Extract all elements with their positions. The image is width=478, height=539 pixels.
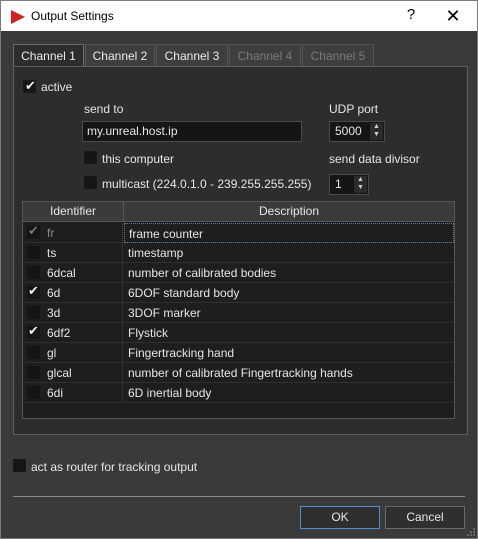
identifier-cell: 6df2 bbox=[23, 323, 123, 343]
description-text: frame counter bbox=[129, 227, 204, 241]
divisor-stepper[interactable]: ▲ ▼ bbox=[354, 176, 367, 193]
identifier-cell: 3d bbox=[23, 303, 123, 323]
tab-channel-3[interactable]: Channel 3 bbox=[156, 44, 228, 67]
udp-port-label: UDP port bbox=[329, 102, 379, 116]
identifier-text: 6d bbox=[47, 286, 61, 300]
description-cell: frame counter bbox=[124, 223, 454, 243]
description-cell: timestamp bbox=[124, 243, 454, 263]
table-header: Identifier Description bbox=[23, 202, 454, 222]
description-cell: Fingertracking hand bbox=[124, 343, 454, 363]
identifier-cell: gl bbox=[23, 343, 123, 363]
udp-port-stepper[interactable]: ▲ ▼ bbox=[370, 123, 383, 140]
app-logo-icon bbox=[11, 10, 25, 24]
udp-port-spinbox[interactable]: 5000 ▲ ▼ bbox=[329, 121, 385, 142]
identifier-header[interactable]: Identifier bbox=[23, 204, 123, 218]
identifier-text: 6df2 bbox=[47, 326, 71, 340]
identifier-cell: ts bbox=[23, 243, 123, 263]
row-checkbox[interactable] bbox=[27, 346, 40, 359]
identifier-cell: 6d bbox=[23, 283, 123, 303]
table-row[interactable]: fr frame counter bbox=[23, 223, 454, 243]
multicast-label: multicast (224.0.1.0 - 239.255.255.255) bbox=[102, 177, 312, 191]
row-checkbox[interactable] bbox=[27, 366, 40, 379]
description-cell: number of calibrated bodies bbox=[124, 263, 454, 283]
row-checkbox[interactable] bbox=[27, 386, 40, 399]
router-checkbox[interactable] bbox=[13, 459, 26, 472]
table-row[interactable]: 6di 6D inertial body bbox=[23, 383, 454, 403]
divisor-value: 1 bbox=[335, 177, 342, 191]
identifier-text: 6dcal bbox=[47, 266, 76, 280]
table-row[interactable]: 6d 6DOF standard body bbox=[23, 283, 454, 303]
help-button[interactable]: ? bbox=[401, 6, 421, 26]
description-cell: 3DOF marker bbox=[124, 303, 454, 323]
arrow-up-icon[interactable]: ▲ bbox=[370, 123, 383, 131]
identifier-text: gl bbox=[47, 346, 57, 360]
description-cell: Flystick bbox=[124, 323, 454, 343]
description-text: timestamp bbox=[128, 246, 184, 260]
description-text: 6D inertial body bbox=[128, 386, 212, 400]
description-text: 3DOF marker bbox=[128, 306, 201, 320]
tab-channel-1[interactable]: Channel 1 bbox=[13, 44, 84, 68]
row-checkbox[interactable] bbox=[27, 266, 40, 279]
active-label: active bbox=[41, 80, 73, 94]
identifier-text: ts bbox=[47, 246, 57, 260]
table-row[interactable]: 6dcal number of calibrated bodies bbox=[23, 263, 454, 283]
multicast-checkbox[interactable] bbox=[84, 176, 97, 189]
footer-divider bbox=[13, 496, 465, 497]
row-checkbox bbox=[27, 223, 40, 239]
ok-button[interactable]: OK bbox=[300, 506, 380, 529]
udp-port-value: 5000 bbox=[335, 124, 362, 138]
identifier-text: glcal bbox=[47, 366, 72, 380]
identifier-text: 6di bbox=[47, 386, 64, 400]
description-text: number of calibrated bodies bbox=[128, 266, 277, 280]
tab-channel-4: Channel 4 bbox=[229, 44, 301, 67]
output-data-table[interactable]: Identifier Description fr frame counter ts… bbox=[22, 201, 455, 419]
table-row[interactable]: 3d 3DOF marker bbox=[23, 303, 454, 323]
this-computer-checkbox[interactable] bbox=[84, 151, 97, 164]
tab-channel-5: Channel 5 bbox=[302, 44, 374, 67]
tab-channel-2[interactable]: Channel 2 bbox=[85, 44, 155, 67]
title-bar: Output Settings ? ✕ bbox=[0, 0, 478, 31]
arrow-up-icon[interactable]: ▲ bbox=[354, 176, 367, 184]
table-row[interactable]: 6df2 Flystick bbox=[23, 323, 454, 343]
description-text: number of calibrated Fingertracking hand… bbox=[128, 366, 353, 380]
router-label: act as router for tracking output bbox=[31, 460, 198, 474]
close-icon[interactable]: ✕ bbox=[441, 4, 465, 28]
description-text: Flystick bbox=[128, 326, 168, 340]
description-text: Fingertracking hand bbox=[128, 346, 235, 360]
resize-grip-icon[interactable] bbox=[466, 527, 476, 537]
table-row[interactable]: glcal number of calibrated Fingertracking… bbox=[23, 363, 454, 383]
active-checkbox[interactable] bbox=[23, 78, 36, 94]
table-row[interactable]: ts timestamp bbox=[23, 243, 454, 263]
identifier-text: fr bbox=[47, 226, 55, 240]
arrow-down-icon[interactable]: ▼ bbox=[354, 184, 367, 192]
row-checkbox[interactable] bbox=[27, 283, 40, 299]
description-cell: 6DOF standard body bbox=[124, 283, 454, 303]
description-cell: 6D inertial body bbox=[124, 383, 454, 403]
row-checkbox[interactable] bbox=[27, 306, 40, 319]
cancel-button[interactable]: Cancel bbox=[385, 506, 465, 529]
description-header[interactable]: Description bbox=[124, 204, 454, 218]
arrow-down-icon[interactable]: ▼ bbox=[370, 131, 383, 139]
divisor-spinbox[interactable]: 1 ▲ ▼ bbox=[329, 174, 369, 195]
divisor-label: send data divisor bbox=[329, 152, 420, 166]
window-title: Output Settings bbox=[31, 9, 114, 23]
identifier-cell: fr bbox=[23, 223, 123, 243]
description-text: 6DOF standard body bbox=[128, 286, 240, 300]
identifier-text: 3d bbox=[47, 306, 61, 320]
send-to-label: send to bbox=[84, 102, 124, 116]
this-computer-label: this computer bbox=[102, 152, 175, 166]
identifier-cell: 6di bbox=[23, 383, 123, 403]
row-checkbox[interactable] bbox=[27, 246, 40, 259]
description-cell: number of calibrated Fingertracking hand… bbox=[124, 363, 454, 383]
identifier-cell: 6dcal bbox=[23, 263, 123, 283]
table-row[interactable]: gl Fingertracking hand bbox=[23, 343, 454, 363]
row-checkbox[interactable] bbox=[27, 323, 40, 339]
identifier-cell: glcal bbox=[23, 363, 123, 383]
send-to-input[interactable]: my.unreal.host.ip bbox=[82, 121, 302, 142]
